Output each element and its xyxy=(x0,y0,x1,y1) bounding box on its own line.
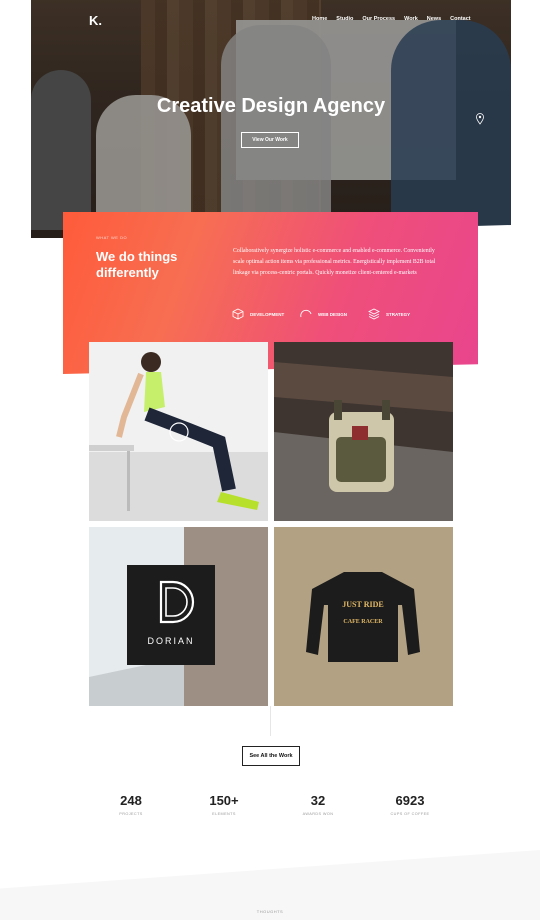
about-title: We do things differently xyxy=(96,249,178,280)
see-all-work-button[interactable]: See All the Work xyxy=(242,746,300,766)
layers-icon xyxy=(368,308,380,320)
tshirt-line1: JUST RIDE xyxy=(342,600,383,609)
hero-image xyxy=(31,0,511,238)
service-development: DEVELOPMENT xyxy=(232,308,284,320)
service-web-design: WEB DESIGN xyxy=(300,308,347,320)
stat-label: CUPS OF COFFEE xyxy=(390,812,430,816)
nav-studio[interactable]: Studio xyxy=(336,16,353,22)
nav-our-process[interactable]: Our Process xyxy=(362,16,395,22)
stat-awards: 32 AWARDS WON xyxy=(288,793,348,816)
portfolio-item-fitness[interactable] xyxy=(89,342,268,521)
stat-projects: 248 PROJECTS xyxy=(101,793,161,816)
arc-icon xyxy=(300,309,312,318)
fitness-image xyxy=(89,342,268,521)
nav-contact[interactable]: Contact xyxy=(450,16,470,22)
dorian-text: DORIAN xyxy=(147,636,194,646)
dorian-sign-image: DORIAN xyxy=(89,527,268,706)
stat-value: 150+ xyxy=(209,793,239,808)
stat-label: PROJECTS xyxy=(119,812,143,816)
thoughts-eyebrow: THOUGHTS xyxy=(256,909,284,914)
divider xyxy=(270,706,271,736)
location-pin-icon[interactable] xyxy=(476,113,484,125)
section-eyebrow: WHAT WE DO xyxy=(96,235,128,240)
portfolio-item-dorian[interactable]: DORIAN xyxy=(89,527,268,706)
portfolio-item-backpack[interactable] xyxy=(274,342,453,521)
stat-elements: 150+ ELEMENTS xyxy=(194,793,254,816)
stat-label: AWARDS WON xyxy=(302,812,334,816)
nav-home[interactable]: Home xyxy=(312,16,327,22)
backpack-image xyxy=(274,342,453,521)
service-label: DEVELOPMENT xyxy=(250,311,285,317)
nav-news[interactable]: News xyxy=(427,16,441,22)
stat-value: 32 xyxy=(310,793,326,808)
tshirt-line2: CAFE RACER xyxy=(343,619,383,625)
view-work-button[interactable]: View Our Work xyxy=(241,132,299,148)
nav-work[interactable]: Work xyxy=(404,16,418,22)
service-strategy: STRATEGY xyxy=(368,308,410,320)
tshirt-image: JUST RIDE CAFE RACER xyxy=(274,527,453,706)
stat-coffee: 6923 CUPS OF COFFEE xyxy=(380,793,440,816)
portfolio-item-tshirt[interactable]: JUST RIDE CAFE RACER xyxy=(274,527,453,706)
stat-value: 248 xyxy=(120,793,142,808)
about-text: Collaboratively synergize holistic e-com… xyxy=(233,248,436,276)
site-logo[interactable]: K. xyxy=(89,13,102,28)
hero-overlay xyxy=(31,0,511,238)
stat-label: ELEMENTS xyxy=(212,812,236,816)
service-label: STRATEGY xyxy=(386,311,411,317)
stat-value: 6923 xyxy=(395,793,425,808)
cube-icon xyxy=(232,308,244,320)
main-nav: Home Studio Our Process Work News Contac… xyxy=(312,16,471,22)
service-label: WEB DESIGN xyxy=(318,311,348,317)
hero-title: Creative Design Agency xyxy=(156,95,386,117)
